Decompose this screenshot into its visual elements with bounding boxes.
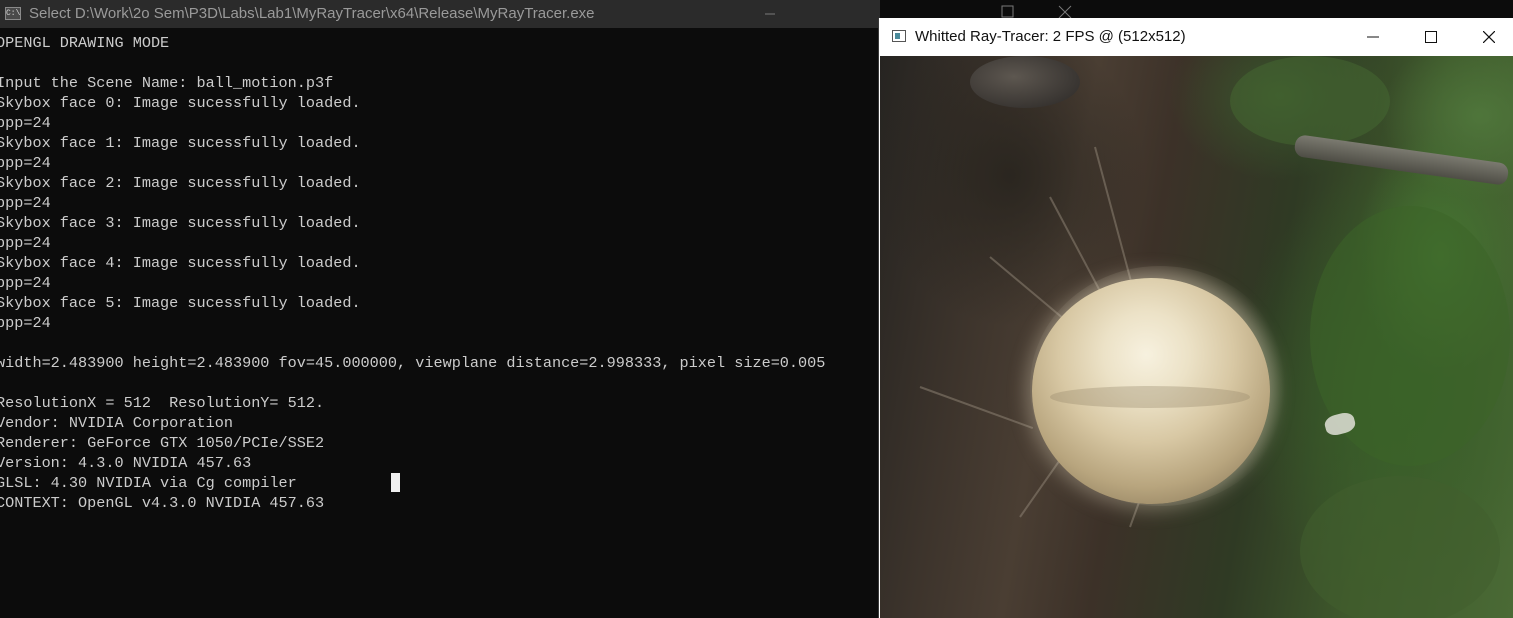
console-maximize-button[interactable] [985, 0, 1031, 18]
render-maximize-button[interactable] [1402, 18, 1460, 56]
render-viewport[interactable] [880, 56, 1513, 618]
console-line: CONTEXT: OpenGL v4.3.0 NVIDIA 457.63 [0, 494, 325, 512]
console-window[interactable]: C:\ Select D:\Work\2o Sem\P3D\Labs\Lab1\… [0, 0, 880, 618]
console-line: Renderer: GeForce GTX 1050/PCIe/SSE2 [0, 434, 325, 452]
render-window[interactable]: Whitted Ray-Tracer: 2 FPS @ (512x512) [879, 18, 1513, 618]
skybox-tree-trunk [1293, 134, 1510, 186]
skybox-foliage [1300, 476, 1500, 618]
console-line: Skybox face 2: Image sucessfully loaded. [0, 174, 361, 192]
maximize-icon [1425, 31, 1437, 43]
console-line: bpp=24 [0, 274, 51, 292]
console-line: Skybox face 3: Image sucessfully loaded. [0, 214, 361, 232]
console-line: bpp=24 [0, 314, 51, 332]
minimize-icon [1367, 36, 1379, 38]
render-window-title: Whitted Ray-Tracer: 2 FPS @ (512x512) [915, 28, 1186, 45]
console-line: width=2.483900 height=2.483900 fov=45.00… [0, 354, 826, 372]
skybox-foliage [1230, 56, 1390, 146]
minimize-icon [765, 13, 775, 15]
console-line: bpp=24 [0, 114, 51, 132]
console-line: Skybox face 5: Image sucessfully loaded. [0, 294, 361, 312]
close-icon [1058, 5, 1072, 18]
console-line: Skybox face 0: Image sucessfully loaded. [0, 94, 361, 112]
console-line: bpp=24 [0, 154, 51, 172]
console-line: OPENGL DRAWING MODE [0, 34, 170, 52]
skybox-root [919, 386, 1034, 429]
console-line: Input the Scene Name: ball_motion.p3f [0, 74, 334, 92]
console-icon: C:\ [5, 7, 21, 20]
console-line: Version: 4.3.0 NVIDIA 457.63 [0, 454, 252, 472]
console-titlebar[interactable]: C:\ Select D:\Work\2o Sem\P3D\Labs\Lab1\… [0, 0, 880, 28]
text-cursor [391, 473, 400, 492]
close-icon [1483, 31, 1495, 43]
console-line: Skybox face 1: Image sucessfully loaded. [0, 134, 361, 152]
sphere-reflection-band [1050, 386, 1250, 408]
console-line: ResolutionX = 512 ResolutionY= 512. [0, 394, 325, 412]
console-close-button[interactable] [1043, 0, 1089, 18]
console-line: Skybox face 4: Image sucessfully loaded. [0, 254, 361, 272]
render-minimize-button[interactable] [1344, 18, 1402, 56]
console-window-title: Select D:\Work\2o Sem\P3D\Labs\Lab1\MyRa… [29, 5, 595, 22]
render-titlebar[interactable]: Whitted Ray-Tracer: 2 FPS @ (512x512) [879, 18, 1513, 56]
console-minimize-button[interactable] [747, 0, 793, 28]
maximize-icon [1001, 5, 1014, 18]
console-line: GLSL: 4.30 NVIDIA via Cg compiler [0, 474, 297, 492]
console-line: bpp=24 [0, 234, 51, 252]
skybox-rock [970, 56, 1080, 108]
opengl-window-icon [892, 30, 906, 42]
render-close-button[interactable] [1460, 18, 1513, 56]
console-line: bpp=24 [0, 194, 51, 212]
console-line: Vendor: NVIDIA Corporation [0, 414, 233, 432]
console-output[interactable]: OPENGL DRAWING MODE Input the Scene Name:… [0, 33, 876, 513]
